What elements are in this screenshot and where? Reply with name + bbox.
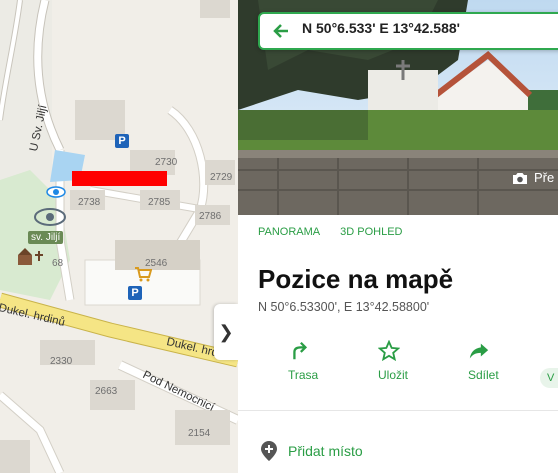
share-label: Sdílet bbox=[468, 368, 499, 382]
add-location-icon bbox=[261, 441, 277, 461]
house-number: 68 bbox=[52, 258, 64, 269]
house-number: 2663 bbox=[95, 386, 118, 397]
tab-3d-view[interactable]: 3D POHLED bbox=[340, 226, 402, 238]
share-icon bbox=[469, 343, 489, 359]
tab-panorama[interactable]: PANORAMA bbox=[258, 226, 320, 238]
photo-button-label: Pře bbox=[534, 170, 555, 185]
house-number: 2154 bbox=[188, 428, 211, 439]
arrow-left-icon[interactable] bbox=[271, 21, 291, 41]
eye-icon[interactable] bbox=[46, 185, 66, 199]
view-tabs: PANORAMA 3D POHLED bbox=[258, 226, 403, 238]
more-actions-button[interactable]: V bbox=[540, 368, 558, 388]
save-label: Uložit bbox=[378, 368, 409, 382]
poi-label-sv-jilji[interactable]: sv. Jiljí bbox=[28, 231, 64, 244]
route-button[interactable]: Trasa bbox=[288, 340, 378, 382]
place-title: Pozice na mapě bbox=[258, 264, 454, 294]
save-button[interactable]: Uložit bbox=[378, 340, 468, 382]
viewpoint-icon[interactable] bbox=[32, 205, 68, 229]
coordinate-search-bar bbox=[258, 12, 558, 50]
divider bbox=[238, 410, 558, 411]
house-number: 2330 bbox=[50, 356, 73, 367]
house-number: 2738 bbox=[78, 197, 101, 208]
shop-cart-icon[interactable] bbox=[134, 266, 152, 282]
place-coordinates: N 50°6.53300', E 13°42.58800' bbox=[258, 300, 430, 314]
route-label: Trasa bbox=[288, 368, 319, 382]
camera-icon bbox=[513, 172, 527, 184]
parking-icon[interactable]: P bbox=[115, 134, 129, 148]
church-icon[interactable] bbox=[14, 245, 46, 267]
house-number: 2730 bbox=[155, 157, 178, 168]
add-place-label: Přidat místo bbox=[288, 443, 363, 459]
add-place-button[interactable]: Přidat místo bbox=[260, 440, 363, 462]
coordinate-search-input[interactable] bbox=[302, 20, 558, 36]
house-number: 2729 bbox=[210, 172, 233, 183]
photo-button[interactable]: Pře bbox=[512, 170, 554, 185]
collapse-panel-button[interactable]: ❯ bbox=[214, 304, 238, 360]
star-icon bbox=[378, 340, 400, 362]
action-bar: Trasa Uložit Sdílet bbox=[288, 340, 558, 382]
chevron-right-icon: ❯ bbox=[218, 321, 234, 342]
parking-icon[interactable]: P bbox=[128, 286, 142, 300]
route-icon bbox=[293, 341, 308, 360]
map-canvas[interactable]: U Sv. Jiljí Dukel. hrdinů Dukel. hrdinů … bbox=[0, 0, 238, 473]
house-number: 2786 bbox=[199, 211, 222, 222]
detail-panel: PANORAMA 3D POHLED Pozice na mapě N 50°6… bbox=[238, 0, 558, 473]
house-number: 2785 bbox=[148, 197, 171, 208]
